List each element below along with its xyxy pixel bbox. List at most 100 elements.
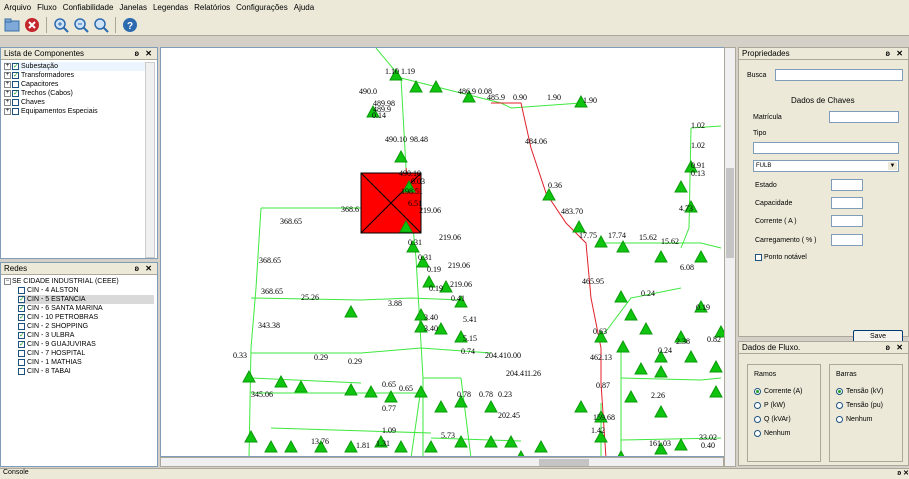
horizontal-scrollbar[interactable] [160, 457, 724, 467]
menu-legendas[interactable]: Legendas [153, 3, 188, 12]
matricula-input[interactable] [829, 111, 899, 123]
transformer-marker[interactable] [534, 439, 548, 453]
ramos-option[interactable]: Q (kVAr) [754, 412, 814, 426]
rede-item[interactable]: ✓ CIN - 6 SANTA MARINA [18, 304, 154, 313]
rede-item[interactable]: CIN - 8 TABAI [18, 367, 154, 376]
ramos-option[interactable]: P (kW) [754, 398, 814, 412]
ramos-option[interactable]: Corrente (A) [754, 384, 814, 398]
barras-option[interactable]: Tensão (pu) [836, 398, 896, 412]
transformer-marker[interactable] [344, 382, 358, 396]
component-item[interactable]: + ✓ Trechos (Cabos) [4, 89, 154, 98]
transformer-marker[interactable] [394, 439, 408, 453]
redes-root[interactable]: − SE CIDADE INDUSTRIAL (CEEE) [4, 277, 154, 286]
rede-item[interactable]: ✓ CIN - 9 GUAJUVIRAS [18, 340, 154, 349]
zoom-out-icon[interactable] [73, 17, 89, 33]
transformer-marker[interactable] [484, 434, 498, 448]
vertical-scrollbar[interactable] [724, 47, 736, 467]
transformer-marker[interactable] [654, 404, 668, 418]
transformer-marker[interactable] [624, 389, 638, 403]
network-line-green[interactable] [620, 377, 722, 381]
menu-fluxo[interactable]: Fluxo [37, 3, 57, 12]
menu-confiabilidade[interactable]: Confiabilidade [63, 3, 114, 12]
transformer-marker[interactable] [634, 361, 648, 375]
network-line-green[interactable] [270, 427, 432, 434]
rede-item[interactable]: CIN - 2 SHOPPING [18, 322, 154, 331]
scroll-thumb[interactable] [539, 459, 589, 466]
barras-option[interactable]: Tensão (kV) [836, 384, 896, 398]
rede-item[interactable]: CIN - 4 ALSTON [18, 286, 154, 295]
component-item[interactable]: + Equipamentos Especiais [4, 107, 154, 116]
network-canvas[interactable]: 1.10 1.19 490.0 489.98 489.9 486.9 0.08 485.9 0.… [160, 47, 736, 457]
transformer-marker[interactable] [429, 79, 443, 93]
transformer-marker[interactable] [674, 179, 688, 193]
menu-ajuda[interactable]: Ajuda [294, 3, 314, 12]
component-item[interactable]: + ✓ Subestação [4, 62, 154, 71]
rede-item[interactable]: ✓ CIN - 5 ESTANCIA [18, 295, 154, 304]
component-item[interactable]: + ✓ Transformadores [4, 71, 154, 80]
transformer-marker[interactable] [414, 384, 428, 398]
transformer-marker[interactable] [274, 374, 288, 388]
transformer-marker[interactable] [709, 384, 723, 398]
transformer-marker[interactable] [674, 437, 688, 451]
busca-input[interactable] [775, 69, 903, 81]
scroll-thumb[interactable] [726, 168, 734, 258]
transformer-marker[interactable] [454, 434, 468, 448]
transformer-marker[interactable] [434, 399, 448, 413]
capacidade-input[interactable] [831, 197, 863, 209]
transformer-marker[interactable] [614, 289, 628, 303]
panel-controls-icon[interactable]: ʚ ✕ [886, 49, 905, 58]
panel-controls-icon[interactable]: ʚ ✕ [886, 343, 905, 352]
transformer-marker[interactable] [639, 321, 653, 335]
menu-janelas[interactable]: Janelas [119, 3, 147, 12]
transformer-marker[interactable] [684, 349, 698, 363]
zoom-fit-icon[interactable] [93, 17, 109, 33]
panel-controls-icon[interactable]: ʚ ✕ [897, 469, 909, 479]
network-line-green[interactable] [248, 207, 262, 457]
rede-item[interactable]: ✓ CIN - 3 ULBRA [18, 331, 154, 340]
components-scrollbar[interactable] [145, 62, 155, 258]
network-diagram[interactable]: 1.10 1.19490.0489.98489.9486.9 0.08485.9 0.… [161, 48, 736, 457]
close-red-icon[interactable] [24, 17, 40, 33]
help-icon[interactable]: ? [122, 17, 138, 33]
transformer-marker[interactable] [424, 439, 438, 453]
component-item[interactable]: + Capacitores [4, 80, 154, 89]
rede-item[interactable]: CIN - 1 MATHIAS [18, 358, 154, 367]
network-line-green[interactable] [410, 387, 422, 457]
corrente-input[interactable] [831, 215, 863, 227]
barras-option[interactable]: Nenhum [836, 412, 896, 426]
menu-arquivo[interactable]: Arquivo [4, 3, 31, 12]
transformer-marker[interactable] [694, 249, 708, 263]
rede-item[interactable]: ✓ CIN - 10 PETROBRAS [18, 313, 154, 322]
chevron-down-icon[interactable]: ▼ [888, 162, 897, 170]
transformer-marker[interactable] [624, 307, 638, 321]
component-item[interactable]: + Chaves [4, 98, 154, 107]
ponto-notavel-checkbox[interactable]: Ponto notável [755, 254, 807, 261]
transformer-marker[interactable] [709, 359, 723, 373]
network-line-green[interactable] [251, 347, 492, 354]
panel-controls-icon[interactable]: ʚ ✕ [135, 264, 154, 273]
menu-configuracoes[interactable]: Configurações [236, 3, 288, 12]
transformer-marker[interactable] [264, 439, 278, 453]
network-line-green[interactable] [250, 297, 462, 301]
tipo-input[interactable] [753, 142, 899, 154]
transformer-marker[interactable] [284, 439, 298, 453]
tipo-select[interactable]: FULB ▼ [753, 160, 899, 172]
transformer-marker[interactable] [344, 304, 358, 318]
transformer-marker[interactable] [654, 249, 668, 263]
transformer-marker[interactable] [574, 399, 588, 413]
transformer-marker[interactable] [364, 384, 378, 398]
network-line-green[interactable] [250, 377, 362, 384]
transformer-marker[interactable] [504, 434, 518, 448]
menu-relatorios[interactable]: Relatórios [194, 3, 230, 12]
transformer-marker[interactable] [484, 399, 498, 413]
carregamento-input[interactable] [831, 234, 863, 246]
transformer-marker[interactable] [654, 364, 668, 378]
transformer-marker[interactable] [616, 339, 630, 353]
transformer-marker[interactable] [294, 379, 308, 393]
transformer-marker[interactable] [242, 369, 256, 383]
estado-input[interactable] [831, 179, 863, 191]
zoom-in-icon[interactable] [53, 17, 69, 33]
transformer-marker[interactable] [244, 429, 258, 443]
folder-icon[interactable] [4, 17, 20, 33]
rede-item[interactable]: CIN - 7 HOSPITAL [18, 349, 154, 358]
